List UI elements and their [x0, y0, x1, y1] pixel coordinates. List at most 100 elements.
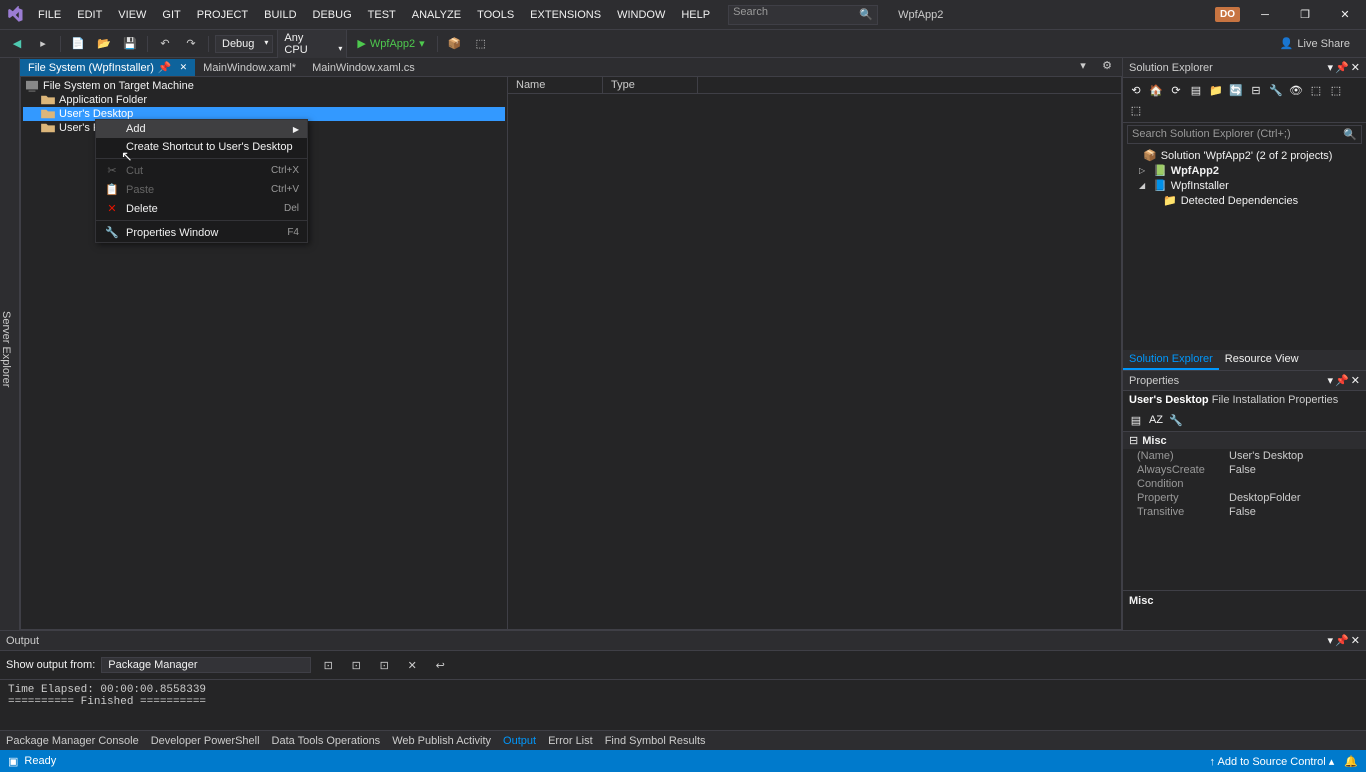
server-explorer-tab[interactable]: Server Explorer	[0, 58, 20, 630]
output-btn-1[interactable]: ⊡	[317, 654, 339, 676]
tab-solution-explorer[interactable]: Solution Explorer	[1123, 350, 1219, 370]
ctx-add[interactable]: Add▶	[96, 120, 307, 138]
properties-icon[interactable]: 🔧	[1267, 81, 1285, 99]
prop-row-condition[interactable]: Condition	[1123, 477, 1366, 491]
add-source-control-button[interactable]: ↑ Add to Source Control ▴	[1210, 755, 1335, 768]
menu-edit[interactable]: EDIT	[69, 5, 110, 25]
start-debug-button[interactable]: ▶ WpfApp2 ▾	[351, 35, 430, 52]
undo-button[interactable]: ↶	[154, 33, 176, 55]
output-btn-2[interactable]: ⊡	[345, 654, 367, 676]
minimize-button[interactable]: ─	[1250, 5, 1280, 25]
collapse-icon[interactable]: ⊟	[1129, 434, 1138, 447]
tab-filesystem[interactable]: File System (WpfInstaller)📌✕	[20, 59, 195, 76]
collapse-icon[interactable]: ⊟	[1247, 81, 1265, 99]
output-btn-3[interactable]: ⊡	[373, 654, 395, 676]
config-dropdown[interactable]: Debug	[215, 35, 273, 53]
fs-root-node[interactable]: File System on Target Machine	[23, 79, 505, 93]
alphabetical-icon[interactable]: AZ	[1147, 411, 1165, 429]
menu-tools[interactable]: TOOLS	[469, 5, 522, 25]
prop-value[interactable]	[1223, 477, 1366, 491]
pin-icon[interactable]: 📌	[1335, 61, 1349, 74]
clear-icon[interactable]: ✕	[401, 654, 423, 676]
views-icon[interactable]: ▤	[1187, 81, 1205, 99]
output-text[interactable]: Time Elapsed: 00:00:00.8558339 =========…	[0, 680, 1366, 730]
close-icon[interactable]: ✕	[1351, 634, 1360, 647]
nav-forward-button[interactable]: ▸	[32, 33, 54, 55]
tb-icon[interactable]: ⬚	[1127, 101, 1145, 119]
show-all-icon[interactable]: 📁	[1207, 81, 1225, 99]
categorized-icon[interactable]: ▤	[1127, 411, 1145, 429]
menu-test[interactable]: TEST	[360, 5, 404, 25]
panel-dropdown-icon[interactable]: ▾	[1328, 61, 1334, 74]
menu-view[interactable]: VIEW	[110, 5, 154, 25]
prop-value[interactable]: False	[1223, 505, 1366, 519]
tab-find-symbol[interactable]: Find Symbol Results	[605, 735, 706, 747]
props-subject[interactable]: User's Desktop File Installation Propert…	[1123, 391, 1366, 409]
close-icon[interactable]: ✕	[180, 62, 188, 73]
prop-value[interactable]: User's Desktop	[1223, 449, 1366, 463]
prop-row-name[interactable]: (Name)User's Desktop	[1123, 449, 1366, 463]
prop-row-transitive[interactable]: TransitiveFalse	[1123, 505, 1366, 519]
preview-icon[interactable]: 👁	[1287, 81, 1305, 99]
wrap-icon[interactable]: ↩	[429, 654, 451, 676]
pin-icon[interactable]: 📌	[158, 61, 172, 74]
panel-dropdown-icon[interactable]: ▾	[1328, 634, 1334, 647]
close-icon[interactable]: ✕	[1351, 374, 1360, 387]
live-share-button[interactable]: 👤 Live Share	[1280, 37, 1360, 50]
tab-pm-console[interactable]: Package Manager Console	[6, 735, 139, 747]
sync-icon[interactable]: ⟳	[1167, 81, 1185, 99]
menu-project[interactable]: PROJECT	[189, 5, 256, 25]
menu-analyze[interactable]: ANALYZE	[404, 5, 469, 25]
search-input[interactable]: Search 🔍	[728, 5, 878, 25]
home-icon[interactable]: 🏠	[1147, 81, 1165, 99]
sln-proj-wpfinstaller[interactable]: ◢📘WpfInstaller	[1125, 178, 1364, 193]
sln-detected-deps[interactable]: 📁Detected Dependencies	[1125, 193, 1364, 208]
tab-mainwindow-cs[interactable]: MainWindow.xaml.cs	[304, 60, 423, 76]
tab-settings-icon[interactable]: ⚙	[1096, 54, 1118, 76]
props-category-misc[interactable]: ⊟Misc	[1123, 432, 1366, 449]
sln-proj-wpfapp2[interactable]: ▷📗WpfApp2	[1125, 163, 1364, 178]
prop-value[interactable]: False	[1223, 463, 1366, 477]
ctx-delete[interactable]: ✕DeleteDel	[96, 199, 307, 218]
tb-icon-2[interactable]: ⬚	[470, 33, 492, 55]
prop-value[interactable]: DesktopFolder	[1223, 491, 1366, 505]
tab-dev-powershell[interactable]: Developer PowerShell	[151, 735, 260, 747]
open-button[interactable]: 📂	[93, 33, 115, 55]
notifications-icon[interactable]: 🔔	[1344, 755, 1358, 768]
new-project-button[interactable]: 📄	[67, 33, 89, 55]
ctx-create-shortcut[interactable]: Create Shortcut to User's Desktop	[96, 138, 307, 156]
redo-button[interactable]: ↷	[180, 33, 202, 55]
pin-icon[interactable]: 📌	[1335, 634, 1349, 647]
home-icon[interactable]: ⟲	[1127, 81, 1145, 99]
maximize-button[interactable]: ❐	[1290, 5, 1320, 25]
tb-icon[interactable]: ⬚	[1327, 81, 1345, 99]
menu-debug[interactable]: DEBUG	[305, 5, 360, 25]
expand-icon[interactable]: ▷	[1139, 166, 1149, 175]
sln-root[interactable]: 📦Solution 'WpfApp2' (2 of 2 projects)	[1125, 148, 1364, 163]
refresh-icon[interactable]: 🔄	[1227, 81, 1245, 99]
col-type[interactable]: Type	[603, 77, 698, 93]
close-icon[interactable]: ✕	[1351, 61, 1360, 74]
platform-dropdown[interactable]: Any CPU	[277, 29, 347, 59]
nav-back-button[interactable]: ◀	[6, 33, 28, 55]
tab-output[interactable]: Output	[503, 735, 536, 747]
sln-tree[interactable]: 📦Solution 'WpfApp2' (2 of 2 projects) ▷📗…	[1123, 146, 1366, 350]
menu-extensions[interactable]: EXTENSIONS	[522, 5, 609, 25]
menu-git[interactable]: GIT	[154, 5, 188, 25]
output-source-dropdown[interactable]: Package Manager	[101, 657, 311, 673]
tab-mainwindow-xaml[interactable]: MainWindow.xaml*	[195, 60, 304, 76]
prop-row-property[interactable]: PropertyDesktopFolder	[1123, 491, 1366, 505]
tab-resource-view[interactable]: Resource View	[1219, 350, 1305, 370]
menu-file[interactable]: FILE	[30, 5, 69, 25]
tb-icon[interactable]: ⬚	[1307, 81, 1325, 99]
panel-dropdown-icon[interactable]: ▾	[1328, 374, 1334, 387]
tab-data-tools[interactable]: Data Tools Operations	[272, 735, 381, 747]
wrench-icon[interactable]: 🔧	[1167, 411, 1185, 429]
col-name[interactable]: Name	[508, 77, 603, 93]
pin-icon[interactable]: 📌	[1335, 374, 1349, 387]
menu-window[interactable]: WINDOW	[609, 5, 673, 25]
save-button[interactable]: 💾	[119, 33, 141, 55]
menu-build[interactable]: BUILD	[256, 5, 304, 25]
user-badge[interactable]: DO	[1215, 7, 1240, 22]
tab-dropdown-button[interactable]: ▾	[1072, 54, 1094, 76]
